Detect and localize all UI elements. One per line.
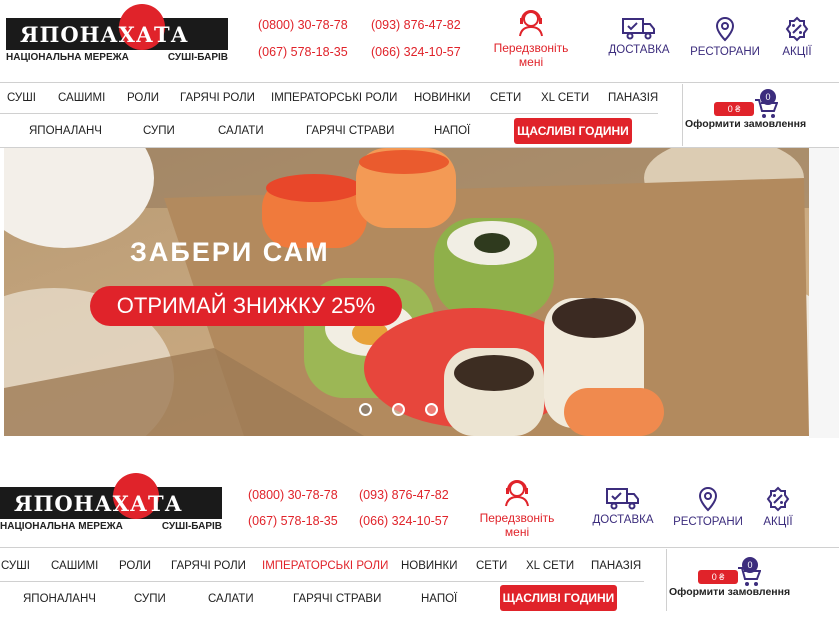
menu-item[interactable]: ПАНАЗІЯ	[608, 92, 658, 104]
delivery-button[interactable]: ДОСТАВКА	[606, 16, 672, 56]
menu-item[interactable]: СУПИ	[134, 593, 166, 605]
menu-item[interactable]: XL СЕТИ	[541, 92, 589, 104]
map-pin-icon	[698, 487, 718, 512]
cart-count-badge: 0	[760, 89, 776, 105]
operator-headset-icon	[505, 480, 529, 507]
logo-text: ЯПОНАХАТА	[14, 491, 183, 516]
restaurants-label: РЕСТОРАНИ	[673, 516, 743, 528]
menu-item[interactable]: XL СЕТИ	[526, 560, 574, 572]
menu-item-active[interactable]: ІМПЕРАТОРСЬКІ РОЛИ	[262, 560, 388, 572]
restaurants-button[interactable]: РЕСТОРАНИ	[672, 486, 744, 528]
cart-widget[interactable]: 0 ₴ 0 Оформити замовлення	[667, 556, 817, 612]
callback-label: Передзвоніть	[479, 511, 555, 525]
delivery-label: ДОСТАВКА	[608, 44, 670, 56]
callback-button[interactable]: Передзвоніть мені	[472, 476, 562, 539]
percent-badge-icon	[785, 16, 809, 42]
phone-link[interactable]: (066) 324-10-57	[359, 514, 449, 528]
menu-item[interactable]: СЕТИ	[490, 92, 521, 104]
logo-subtitle: НАЦІОНАЛЬНА МЕРЕЖА СУШІ-БАРІВ	[0, 521, 222, 532]
menu-item[interactable]: ГАРЯЧІ РОЛИ	[171, 560, 246, 572]
menu-item[interactable]: РОЛИ	[119, 560, 151, 572]
callback-button[interactable]: Передзвоніть мені	[486, 6, 576, 69]
menu-item[interactable]: СУПИ	[143, 125, 175, 137]
menu-item[interactable]: СУШІ	[1, 560, 30, 572]
delivery-truck-icon	[606, 488, 639, 510]
page-edge	[809, 148, 839, 438]
menu-item[interactable]: НОВИНКИ	[401, 560, 457, 572]
menu-item[interactable]: СЕТИ	[476, 560, 507, 572]
logo[interactable]: ЯПОНАХАТА НАЦІОНАЛЬНА МЕРЕЖА СУШІ-БАРІВ	[6, 4, 228, 63]
menu-item[interactable]: ГАРЯЧІ СТРАВИ	[306, 125, 394, 137]
callback-label: Передзвоніть	[493, 41, 569, 55]
phone-link[interactable]: (0800) 30-78-78	[258, 18, 348, 32]
cart-widget[interactable]: 0 ₴ 0 Оформити замовлення	[684, 88, 834, 144]
delivery-truck-icon	[622, 18, 655, 40]
menu-item[interactable]: ГАРЯЧІ СТРАВИ	[293, 593, 381, 605]
site-header-1: ЯПОНАХАТА НАЦІОНАЛЬНА МЕРЕЖА СУШІ-БАРІВ (…	[0, 0, 839, 148]
happy-hours-button[interactable]: ЩАСЛИВІ ГОДИНИ	[514, 118, 632, 144]
logo-text: ЯПОНАХАТА	[20, 22, 189, 47]
menu-item[interactable]: СУШІ	[7, 92, 36, 104]
menu-item[interactable]: НОВИНКИ	[414, 92, 470, 104]
phone-link[interactable]: (067) 578-18-35	[248, 514, 338, 528]
menu-item[interactable]: НАПОЇ	[421, 593, 457, 605]
menu-item[interactable]: САЛАТИ	[218, 125, 264, 137]
delivery-button[interactable]: ДОСТАВКА	[590, 486, 656, 526]
menu-item[interactable]: РОЛИ	[127, 92, 159, 104]
carousel-dot[interactable]	[392, 403, 405, 416]
menu-item[interactable]: ЯПОНАЛАНЧ	[29, 125, 102, 137]
promos-label: АКЦІЇ	[763, 516, 793, 528]
restaurants-label: РЕСТОРАНИ	[690, 46, 760, 58]
restaurants-button[interactable]: РЕСТОРАНИ	[689, 16, 761, 58]
menu-item[interactable]: ЯПОНАЛАНЧ	[23, 593, 96, 605]
menu-item[interactable]: ГАРЯЧІ РОЛИ	[180, 92, 255, 104]
phone-link[interactable]: (067) 578-18-35	[258, 45, 348, 59]
promos-button[interactable]: АКЦІЇ	[776, 16, 818, 58]
phone-link[interactable]: (093) 876-47-82	[359, 488, 449, 502]
menu-item[interactable]: НАПОЇ	[434, 125, 470, 137]
menu-item[interactable]: САЛАТИ	[208, 593, 254, 605]
phone-link[interactable]: (066) 324-10-57	[371, 45, 461, 59]
phone-link[interactable]: (0800) 30-78-78	[248, 488, 338, 502]
phone-link[interactable]: (093) 876-47-82	[371, 18, 461, 32]
operator-headset-icon	[519, 10, 543, 37]
cart-total: 0 ₴	[714, 102, 754, 116]
carousel-dot[interactable]	[425, 403, 438, 416]
happy-hours-button[interactable]: ЩАСЛИВІ ГОДИНИ	[500, 585, 617, 611]
menu-item[interactable]: ПАНАЗІЯ	[591, 560, 641, 572]
promos-label: АКЦІЇ	[782, 46, 812, 58]
delivery-label: ДОСТАВКА	[592, 514, 654, 526]
site-header-2: ЯПОНАХАТА НАЦІОНАЛЬНА МЕРЕЖА СУШІ-БАРІВ (…	[0, 468, 839, 615]
percent-badge-icon	[766, 486, 790, 512]
menu-item[interactable]: ІМПЕРАТОРСЬКІ РОЛИ	[271, 92, 397, 104]
callback-label-2: мені	[518, 55, 544, 69]
logo[interactable]: ЯПОНАХАТА НАЦІОНАЛЬНА МЕРЕЖА СУШІ-БАРІВ	[0, 473, 222, 532]
checkout-label[interactable]: Оформити замовлення	[685, 118, 806, 130]
carousel-dot[interactable]	[359, 403, 372, 416]
cart-count-badge: 0	[742, 557, 758, 573]
promo-discount-badge: ОТРИМАЙ ЗНИЖКУ 25%	[90, 286, 402, 326]
menu-item[interactable]: САШИМІ	[58, 92, 105, 104]
cart-total: 0 ₴	[698, 570, 738, 584]
menu-item[interactable]: САШИМІ	[51, 560, 98, 572]
callback-label-2: мені	[504, 525, 530, 539]
header-top: ЯПОНАХАТА НАЦІОНАЛЬНА МЕРЕЖА СУШІ-БАРІВ (…	[0, 0, 839, 80]
map-pin-icon	[715, 17, 735, 42]
promos-button[interactable]: АКЦІЇ	[757, 486, 799, 528]
checkout-label[interactable]: Оформити замовлення	[669, 586, 790, 598]
promo-headline: ЗАБЕРИ САМ	[130, 237, 330, 267]
logo-subtitle: НАЦІОНАЛЬНА МЕРЕЖА СУШІ-БАРІВ	[6, 52, 228, 63]
